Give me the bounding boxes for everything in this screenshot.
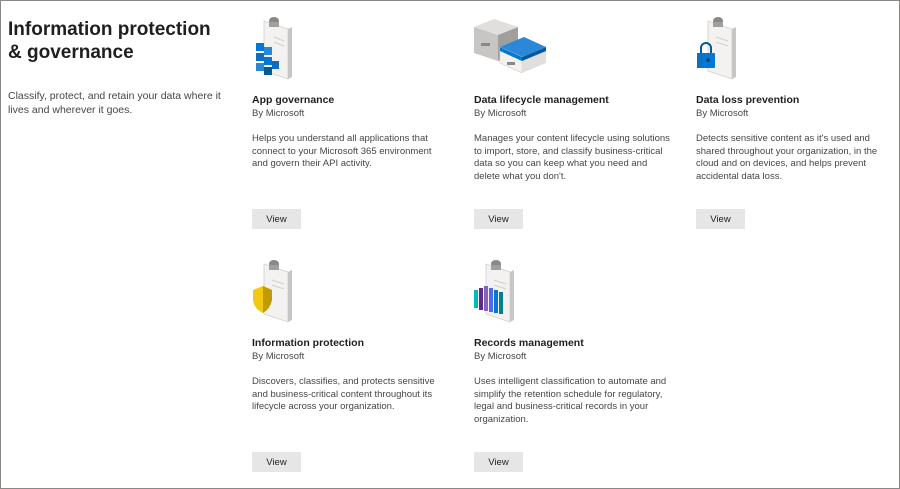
clipboard-blue-cubes-icon [256, 17, 292, 80]
card-vendor: By Microsoft [474, 351, 527, 362]
view-button[interactable]: View [474, 452, 523, 472]
card-vendor: By Microsoft [252, 351, 305, 362]
clipboard-binders-icon [474, 260, 514, 323]
page-frame: Information protection & governance Clas… [0, 0, 900, 489]
card-title: Data loss prevention [696, 94, 800, 106]
card-vendor: By Microsoft [474, 108, 527, 119]
page-description: Classify, protect, and retain your data … [8, 90, 221, 116]
card-vendor: By Microsoft [252, 108, 305, 119]
card-description: Uses intelligent classification to autom… [474, 376, 667, 425]
card-title: Information protection [252, 337, 364, 349]
view-button[interactable]: View [696, 209, 745, 229]
card-description: Helps you understand all applications th… [252, 133, 432, 169]
card-title: App governance [252, 94, 335, 106]
card-title: Data lifecycle management [474, 94, 609, 106]
intro-section: Information protection & governance Clas… [8, 18, 223, 117]
view-button[interactable]: View [252, 209, 301, 229]
clipboard-shield-icon [253, 260, 292, 323]
view-button[interactable]: View [252, 452, 301, 472]
card-title: Records management [474, 337, 584, 349]
storage-boxes-icon [474, 19, 546, 74]
view-button[interactable]: View [474, 209, 523, 229]
card-description: Discovers, classifies, and protects sens… [252, 376, 435, 412]
card-description: Detects sensitive content as it's used a… [696, 133, 878, 182]
page-title: Information protection & governance [8, 19, 211, 63]
clipboard-lock-icon [697, 17, 736, 80]
card-description: Manages your content lifecycle using sol… [474, 133, 670, 182]
card-vendor: By Microsoft [696, 108, 749, 119]
